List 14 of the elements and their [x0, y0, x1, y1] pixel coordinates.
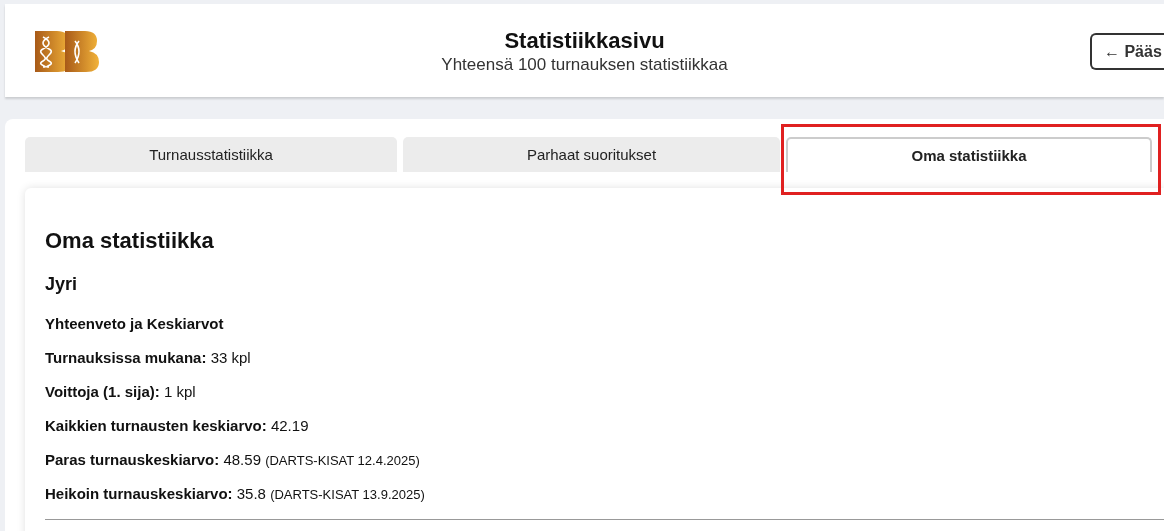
section-heading: Oma statistiikka: [45, 228, 215, 254]
stat-line: Paras turnauskeskiarvo: 48.59 (DARTS-KISAT 12.4.2025): [45, 451, 421, 470]
stat-line: Kaikkien turnausten keskiarvo: 42.19: [45, 417, 310, 436]
back-button[interactable]: ← Pääs: [1090, 33, 1164, 70]
subsection-heading: Yhteenveto ja Keskiarvot: [45, 315, 225, 332]
stat-line: Heikoin turnauskeskiarvo: 35.8 (DARTS-KISAT 13.9.2025): [45, 485, 426, 504]
tab[interactable]: Parhaat suoritukset: [403, 137, 780, 172]
stat-line: Turnauksissa mukana: 33 kpl: [45, 349, 252, 368]
tab[interactable]: Oma statistiikka: [786, 137, 1152, 172]
page-title: Statistiikkasivu: [504, 28, 665, 54]
tab[interactable]: Turnausstatistiikka: [25, 137, 397, 172]
player-name: Jyri: [45, 274, 79, 295]
page-subtitle: Yhteensä 100 turnauksen statistiikkaa: [441, 55, 728, 75]
stat-line: Voittoja (1. sija): 1 kpl: [45, 383, 197, 402]
